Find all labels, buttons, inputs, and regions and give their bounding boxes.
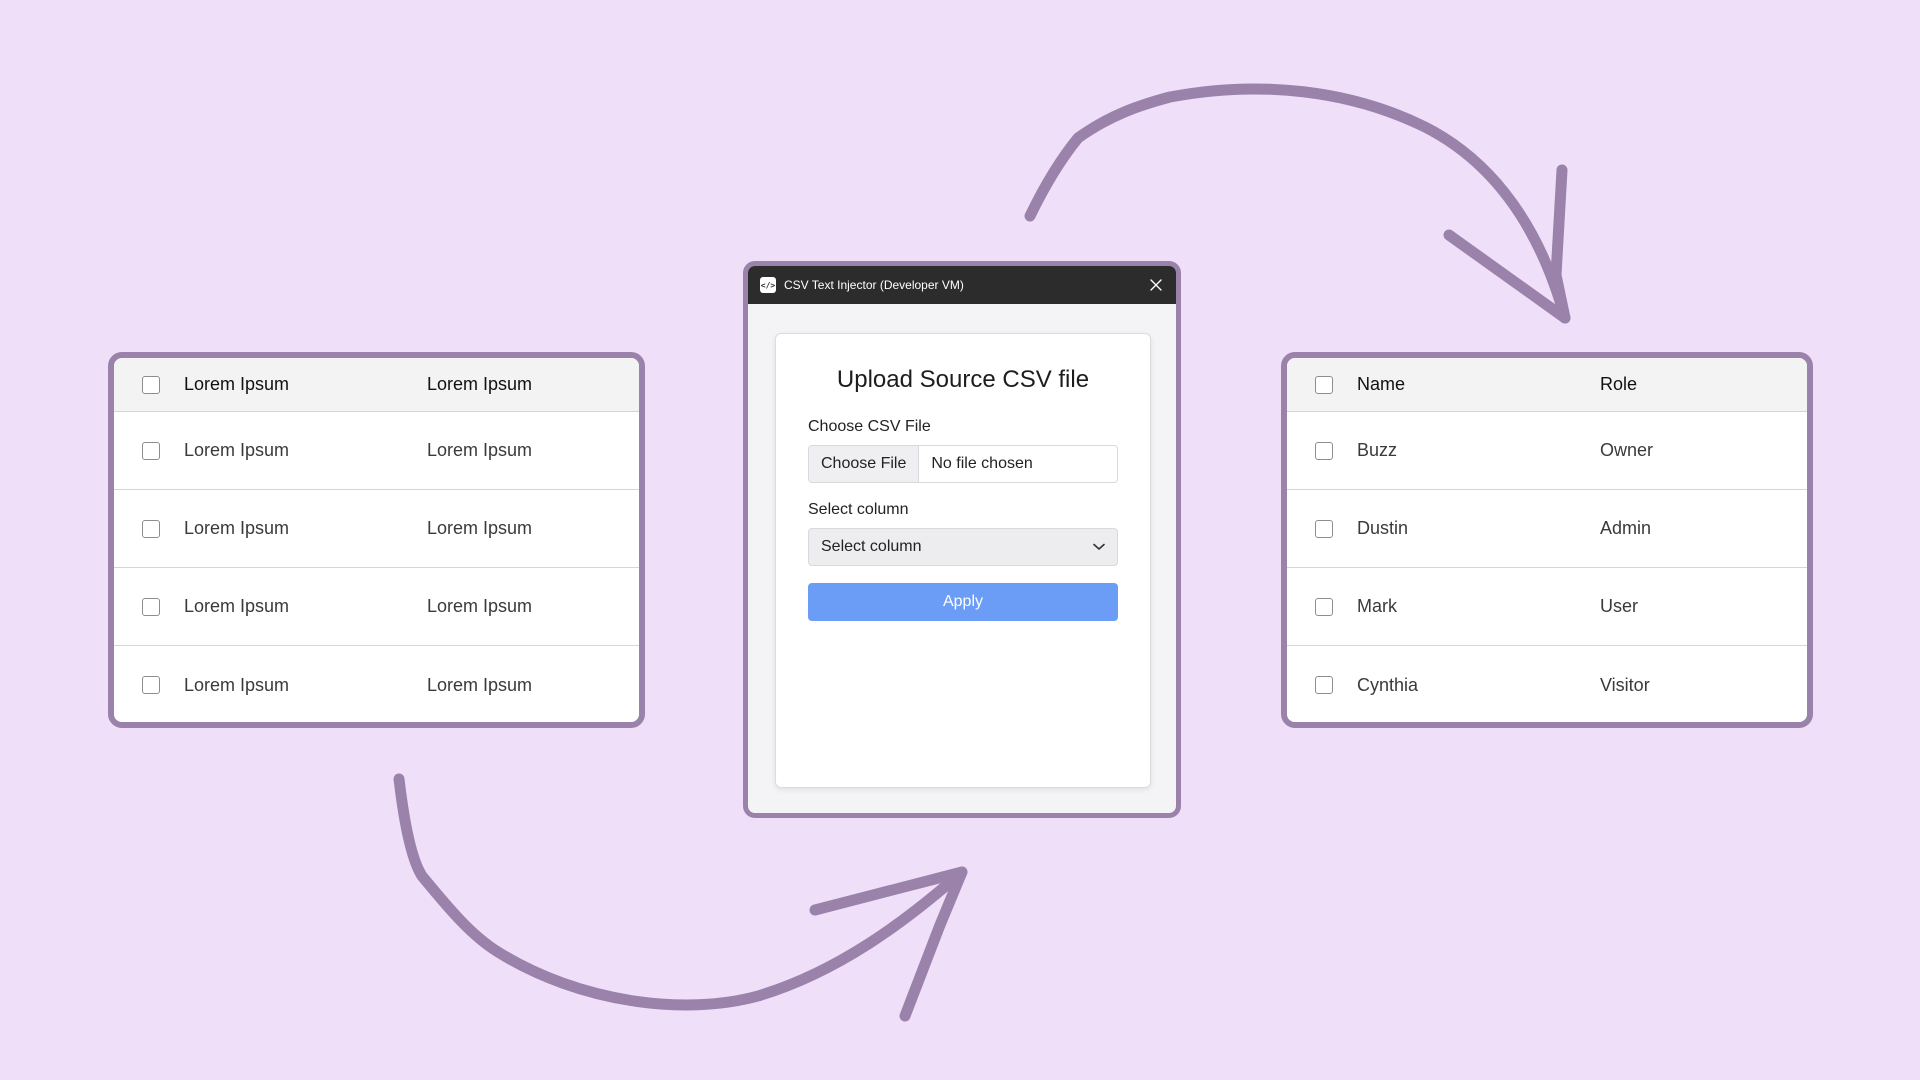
select-all-checkbox[interactable] xyxy=(142,375,160,394)
arrow-top-head xyxy=(1443,164,1571,324)
table-cell: Lorem Ipsum xyxy=(427,674,533,695)
row-checkbox[interactable] xyxy=(142,676,160,694)
result-table: Name Role Buzz Owner Dustin Admin Mark U… xyxy=(1281,352,1813,728)
role-cell: Admin xyxy=(1600,518,1652,538)
code-icon: </> xyxy=(760,277,776,293)
table-cell: Lorem Ipsum xyxy=(427,440,533,460)
arrow-bottom-head xyxy=(809,866,968,1022)
table-cell: Lorem Ipsum xyxy=(184,518,290,538)
upload-panel: Upload Source CSV file Choose CSV File C… xyxy=(775,333,1151,788)
row-checkbox[interactable] xyxy=(1315,441,1333,460)
table-row: Lorem Ipsum Lorem Ipsum xyxy=(114,412,639,490)
panel-heading: Upload Source CSV file xyxy=(836,366,1090,393)
source-table: Lorem Ipsum Lorem Ipsum Lorem Ipsum Lore… xyxy=(108,352,645,728)
column-header-role: Role xyxy=(1600,374,1638,394)
choose-file-button[interactable]: Choose File xyxy=(809,446,920,482)
row-checkbox[interactable] xyxy=(1315,519,1333,538)
table-row: Lorem Ipsum Lorem Ipsum xyxy=(114,568,639,646)
row-checkbox[interactable] xyxy=(1315,597,1333,616)
table-row: Buzz Owner xyxy=(1287,412,1807,490)
table-header-row: Lorem Ipsum Lorem Ipsum xyxy=(114,358,639,412)
table-row: Dustin Admin xyxy=(1287,490,1807,568)
row-checkbox[interactable] xyxy=(1315,676,1333,694)
chevron-down-icon xyxy=(1093,543,1105,550)
role-cell: Owner xyxy=(1600,440,1654,460)
illustration-stage: Lorem Ipsum Lorem Ipsum Lorem Ipsum Lore… xyxy=(0,0,1920,1080)
table-cell: Lorem Ipsum xyxy=(184,674,290,695)
apply-button[interactable]: Apply xyxy=(808,583,1118,621)
role-cell: User xyxy=(1600,596,1639,616)
csv-file-input[interactable]: Choose File No file chosen xyxy=(808,445,1118,483)
table-cell: Lorem Ipsum xyxy=(184,440,290,460)
column-header: Lorem Ipsum xyxy=(184,374,290,394)
column-select[interactable]: Select column xyxy=(808,528,1118,566)
table-header-row: Name Role xyxy=(1287,358,1807,412)
row-checkbox[interactable] xyxy=(142,441,160,460)
column-header-name: Name xyxy=(1357,374,1406,394)
column-select-value: Select column xyxy=(821,538,922,555)
name-cell: Mark xyxy=(1357,596,1397,616)
table-cell: Lorem Ipsum xyxy=(184,596,290,616)
column-header: Lorem Ipsum xyxy=(427,374,533,394)
name-cell: Buzz xyxy=(1357,440,1398,460)
window-title: CSV Text Injector (Developer VM) xyxy=(784,278,964,292)
select-all-checkbox[interactable] xyxy=(1315,375,1333,394)
name-cell: Dustin xyxy=(1357,518,1409,538)
table-row: Lorem Ipsum Lorem Ipsum xyxy=(114,490,639,568)
table-row: Cynthia Visitor xyxy=(1287,646,1807,722)
table-cell: Lorem Ipsum xyxy=(427,596,533,616)
name-cell: Cynthia xyxy=(1357,674,1419,695)
table-row: Mark User xyxy=(1287,568,1807,646)
column-label: Select column xyxy=(808,501,909,518)
close-icon xyxy=(1150,279,1162,291)
table-cell: Lorem Ipsum xyxy=(427,518,533,538)
row-checkbox[interactable] xyxy=(142,597,160,616)
window-titlebar: </> CSV Text Injector (Developer VM) xyxy=(748,266,1176,304)
csv-injector-window: </> CSV Text Injector (Developer VM) Upl… xyxy=(743,261,1181,818)
table-row: Lorem Ipsum Lorem Ipsum xyxy=(114,646,639,722)
file-status-text: No file chosen xyxy=(931,455,1033,472)
file-label: Choose CSV File xyxy=(808,418,931,435)
close-button[interactable] xyxy=(1148,277,1164,293)
row-checkbox[interactable] xyxy=(142,519,160,538)
role-cell: Visitor xyxy=(1600,674,1650,695)
